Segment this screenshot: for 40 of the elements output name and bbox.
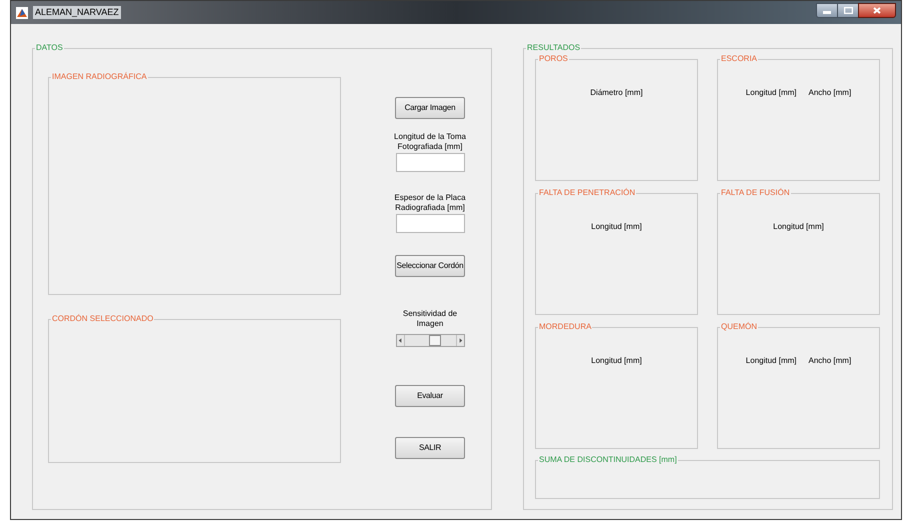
column-label: Longitud [mm]	[746, 356, 796, 366]
field-label: Longitud de la Toma Fotografiada [mm]	[393, 132, 467, 152]
window-title: ALEMAN_NARVAEZ	[33, 6, 121, 20]
close-icon	[873, 7, 881, 14]
action-button[interactable]: Seleccionar Cordón	[395, 255, 465, 277]
action-button[interactable]: Evaluar	[395, 385, 465, 407]
action-button[interactable]: SALIR	[395, 437, 465, 459]
right-arrow-icon[interactable]	[456, 335, 464, 346]
minimize-icon	[823, 11, 831, 14]
column-label: Diámetro [mm]	[590, 88, 643, 98]
panel-title: POROS	[538, 54, 569, 64]
column-label: Ancho [mm]	[808, 88, 852, 98]
action-button[interactable]: Cargar Imagen	[395, 97, 465, 119]
input-field[interactable]	[396, 153, 464, 172]
app-icon	[16, 6, 28, 18]
column-label: Longitud [mm]	[746, 88, 796, 98]
minimize-button[interactable]	[816, 3, 838, 18]
panel-title: SUMA DE DISCONTINUIDADES [mm]	[538, 455, 678, 465]
panel-title: FALTA DE PENETRACIÓN	[538, 188, 636, 198]
input-field[interactable]	[396, 214, 464, 233]
field-label: Espesor de la Placa Radiografiada [mm]	[393, 193, 467, 213]
panel-title: IMAGEN RADIOGRÁFICA	[51, 72, 148, 82]
column-label: Longitud [mm]	[591, 222, 642, 232]
left-arrow-icon[interactable]	[396, 335, 404, 346]
column-label: Longitud [mm]	[591, 356, 642, 366]
panel-title: CORDÓN SELECCIONADO	[51, 314, 154, 324]
panel-title: QUEMÓN	[720, 322, 758, 332]
slider-thumb[interactable]	[428, 335, 441, 346]
close-button[interactable]	[858, 3, 896, 18]
maximize-button[interactable]	[838, 3, 858, 18]
panel-title: DATOS	[35, 43, 64, 53]
column-label: Longitud [mm]	[773, 222, 824, 232]
panel-title: MORDEDURA	[538, 322, 592, 332]
panel-title: ESCORIA	[720, 54, 758, 64]
maximize-icon	[844, 7, 852, 14]
panel-title: FALTA DE FUSIÓN	[720, 188, 791, 198]
panel-title: RESULTADOS	[526, 43, 582, 53]
column-label: Ancho [mm]	[808, 356, 852, 366]
slider[interactable]	[396, 334, 464, 347]
field-label: Sensitividad de Imagen	[402, 309, 458, 329]
